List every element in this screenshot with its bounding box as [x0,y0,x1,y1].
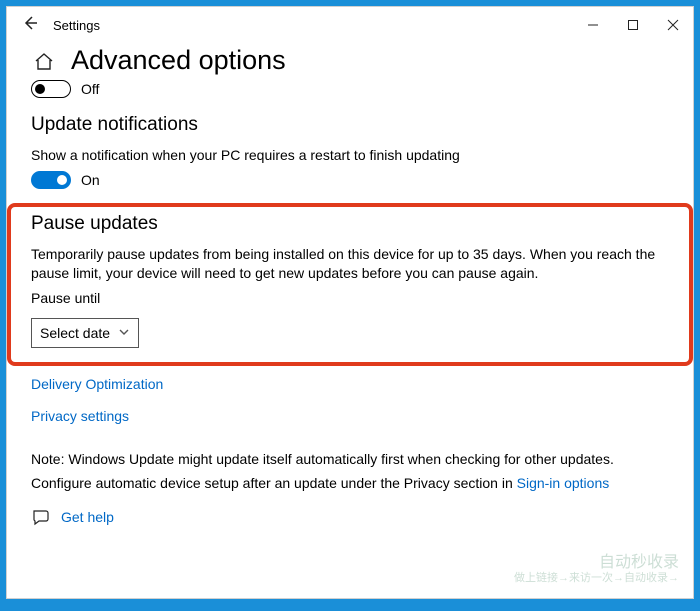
top-toggle-row: Off [31,80,669,98]
privacy-settings-link[interactable]: Privacy settings [31,408,129,424]
pause-date-select[interactable]: Select date [31,318,139,348]
close-button[interactable] [653,7,693,43]
home-icon[interactable] [31,48,57,74]
maximize-icon [627,19,639,31]
chat-icon [31,507,51,527]
pause-date-select-text: Select date [40,325,110,341]
notifications-toggle[interactable] [31,171,71,189]
arrow-left-icon [21,14,39,32]
delivery-optimization-link[interactable]: Delivery Optimization [31,376,163,392]
pause-desc: Temporarily pause updates from being ins… [31,245,669,283]
window-title: Settings [53,18,100,33]
page-header: Advanced options [7,45,693,76]
top-toggle[interactable] [31,80,71,98]
chevron-down-icon [118,325,130,341]
page-title: Advanced options [71,45,286,76]
get-help-row[interactable]: Get help [31,507,669,527]
watermark: 自动秒收录 做上链接→来访一次→自动收录→ [514,554,679,584]
notifications-toggle-label: On [81,172,100,188]
settings-window: Settings Advanced options Off Update not… [6,6,694,599]
pause-updates-highlight: Pause updates Temporarily pause updates … [7,203,693,366]
maximize-button[interactable] [613,7,653,43]
notifications-toggle-row: On [31,171,669,189]
note-device-setup: Configure automatic device setup after a… [31,474,669,493]
notifications-title: Update notifications [31,114,669,136]
pause-title: Pause updates [31,213,669,235]
minimize-icon [587,19,599,31]
page-content: Off Update notifications Show a notifica… [7,80,693,527]
notifications-desc: Show a notification when your PC require… [31,146,669,165]
minimize-button[interactable] [573,7,613,43]
top-toggle-label: Off [81,81,99,97]
watermark-line1: 自动秒收录 [514,554,679,572]
watermark-line2: 做上链接→来访一次→自动收录→ [514,572,679,584]
signin-options-link[interactable]: Sign-in options [517,474,610,493]
note-device-setup-text: Configure automatic device setup after a… [31,475,517,491]
close-icon [667,19,679,31]
back-button[interactable] [15,14,45,37]
note-auto-update: Note: Windows Update might update itself… [31,450,669,469]
get-help-link[interactable]: Get help [61,509,114,525]
titlebar: Settings [7,7,693,43]
pause-until-label: Pause until [31,289,669,308]
